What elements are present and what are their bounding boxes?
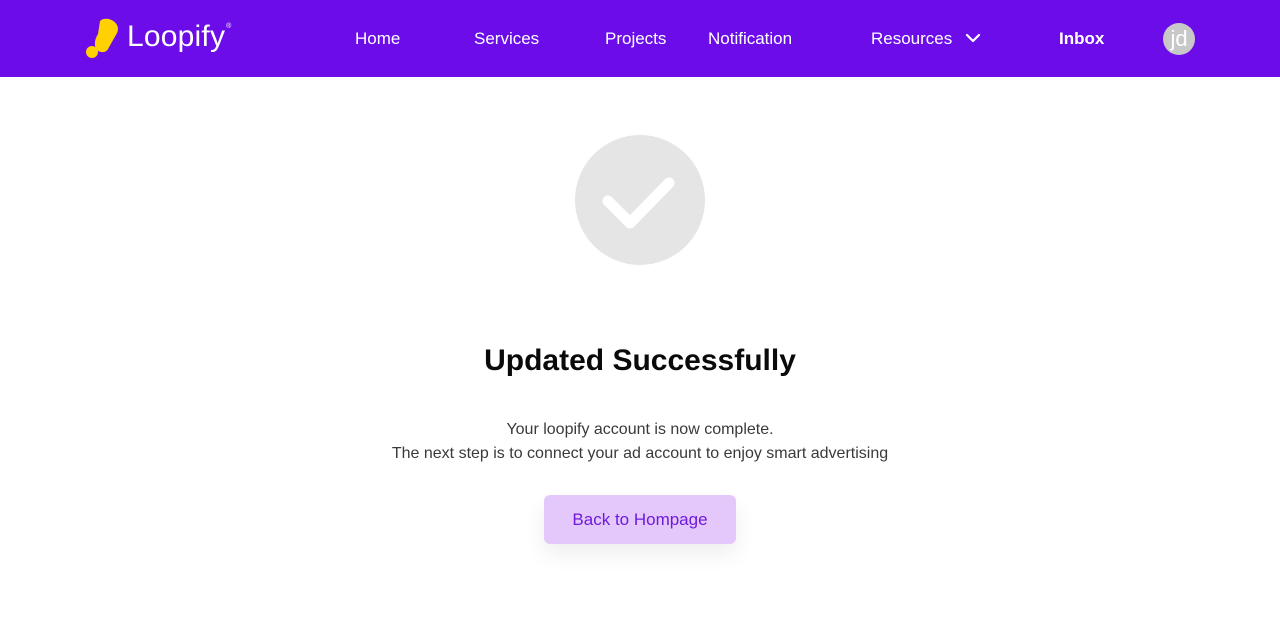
brand-name: Loopify <box>127 20 226 53</box>
message-line-1: Your loopify account is now complete. <box>506 421 774 438</box>
user-avatar[interactable]: jd <box>1163 23 1195 55</box>
top-navbar: Loopify ® Home Services Projects Notific… <box>0 0 1280 77</box>
page-title: Updated Successfully <box>484 344 796 377</box>
chevron-down-icon[interactable] <box>964 31 982 45</box>
nav-notification[interactable]: Notification <box>708 0 792 77</box>
back-to-homepage-button[interactable]: Back to Hompage <box>544 495 736 544</box>
logo[interactable]: Loopify ® <box>84 16 231 60</box>
nav-resources[interactable]: Resources <box>871 0 952 77</box>
nav-services[interactable]: Services <box>474 0 539 77</box>
message-line-2: The next step is to connect your ad acco… <box>391 445 889 462</box>
registered-mark: ® <box>226 22 232 30</box>
loopify-logo-icon <box>86 18 118 58</box>
nav-home[interactable]: Home <box>355 0 400 77</box>
nav-projects[interactable]: Projects <box>605 0 666 77</box>
nav-inbox[interactable]: Inbox <box>1059 0 1104 77</box>
check-circle-icon <box>575 135 705 265</box>
